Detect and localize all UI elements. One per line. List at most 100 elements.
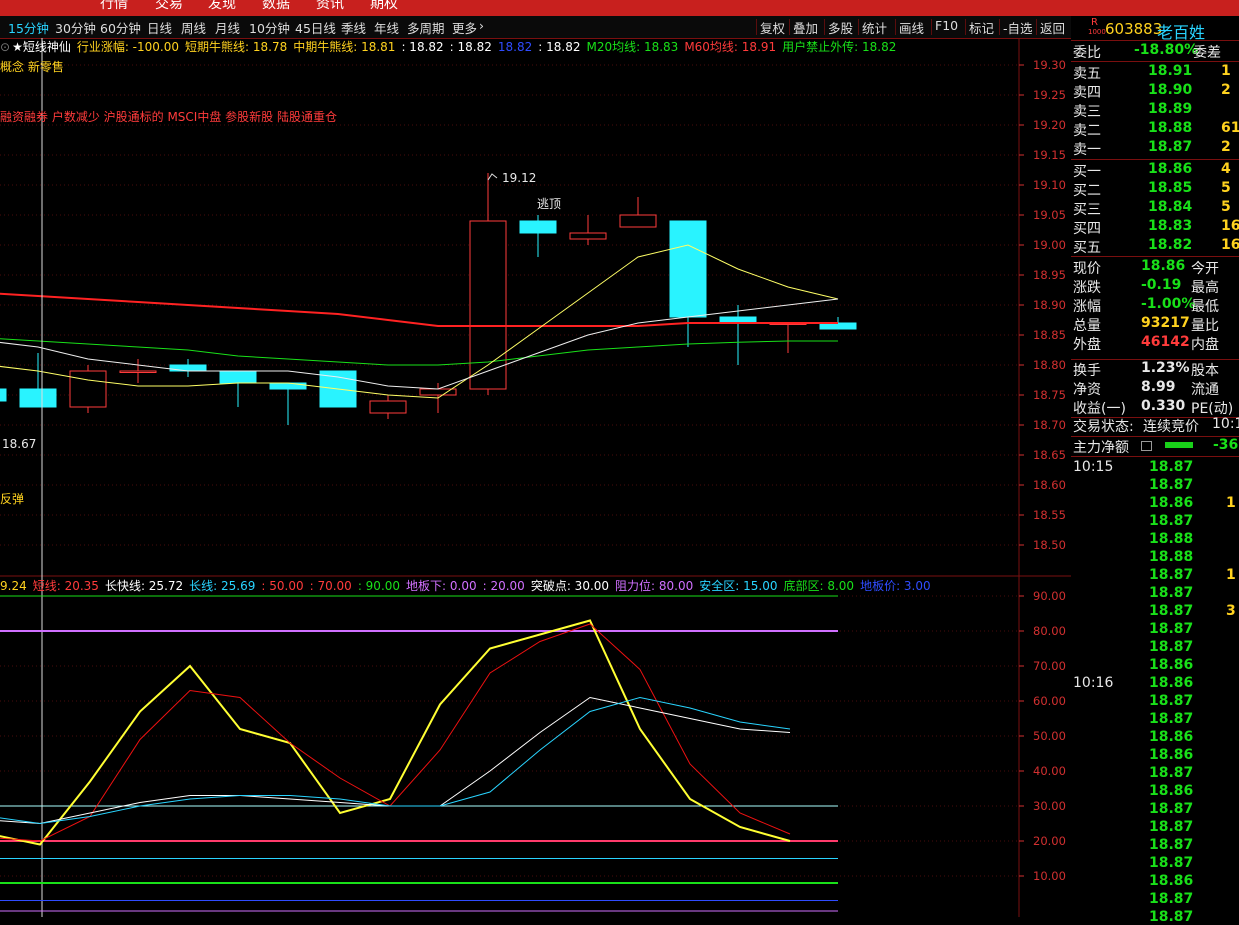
margin-badge-sub: 1000 <box>1088 28 1106 36</box>
stat-label: 换手 <box>1073 363 1101 379</box>
tool-button[interactable]: F10 <box>935 18 958 33</box>
ask-price: 18.90 <box>1148 82 1193 98</box>
order-ratio: 委比 <box>1073 45 1101 61</box>
oscillator-value: : 70.00 <box>309 579 352 593</box>
bid-label: 买二 <box>1073 183 1101 199</box>
candle-body <box>0 388 7 402</box>
peak-price-label: 19.12 <box>502 171 537 185</box>
tick-price: 18.87 <box>1149 477 1194 493</box>
tool-button[interactable]: 叠加 <box>793 18 818 37</box>
indicator-value: : 18.82 <box>401 40 444 54</box>
period-tab[interactable]: 周线 <box>181 18 206 37</box>
chevron-right-icon[interactable]: › <box>479 18 484 33</box>
ask-label: 卖四 <box>1073 85 1101 101</box>
stat-label: 现价 <box>1073 261 1101 277</box>
period-tab[interactable]: 月线 <box>215 18 240 37</box>
stat-value: -1.00% <box>1141 296 1196 312</box>
stat-value: 93217 <box>1141 315 1190 331</box>
period-tab[interactable]: 30分钟 <box>55 18 96 37</box>
top-menu-item[interactable]: 行情 <box>100 0 128 13</box>
divider <box>1071 61 1239 62</box>
indicator-tick: 30.00 <box>1033 799 1066 813</box>
tick-price: 18.87 <box>1149 603 1194 619</box>
indicator-header: ⊙ ★短线神仙 行业涨幅: -100.00 短期牛熊线: 18.78 中期牛熊线: 18… <box>0 38 902 55</box>
tick-price: 18.86 <box>1149 747 1194 763</box>
divider <box>1071 456 1239 457</box>
candle-body <box>119 370 157 373</box>
stock-code[interactable]: 603883 <box>1105 20 1162 38</box>
oscillator-value: 底部区: 8.00 <box>783 579 855 593</box>
tick-price: 18.87 <box>1149 837 1194 853</box>
tool-button[interactable]: 画线 <box>899 18 924 37</box>
kline-chart[interactable] <box>0 38 1071 917</box>
tick-price: 18.87 <box>1149 513 1194 529</box>
tick-price: 18.86 <box>1149 783 1194 799</box>
period-tab[interactable]: 10分钟 <box>249 18 290 37</box>
ask-volume: 61 <box>1221 120 1239 136</box>
oscillator-value: 地板下: 0.00 <box>406 579 477 593</box>
oscillator-value: : 90.00 <box>357 579 401 593</box>
ask-price: 18.89 <box>1148 101 1193 117</box>
ma-line <box>0 292 838 327</box>
oscillator-value: 安全区: 15.00 <box>699 579 778 593</box>
toolbar-separator <box>1036 19 1037 35</box>
order-ratio: -18.80% <box>1134 42 1199 58</box>
period-tab[interactable]: 更多 <box>452 18 477 37</box>
ask-volume: 2 <box>1221 139 1231 155</box>
toolbar-separator <box>789 19 790 35</box>
oscillator-value: 突破点: 30.00 <box>530 579 610 593</box>
ask-volume: 1 <box>1221 63 1231 79</box>
indicator-tick: 20.00 <box>1033 834 1066 848</box>
escape-top-label: 逃顶 <box>537 197 562 211</box>
indicator-value: ★短线神仙 <box>12 40 71 54</box>
tool-button[interactable]: -自选 <box>1003 18 1033 37</box>
stat-label-right: 股本 <box>1191 363 1219 379</box>
toolbar-separator <box>965 19 966 35</box>
period-tab[interactable]: 多周期 <box>407 18 445 37</box>
tool-button[interactable]: 多股 <box>828 18 853 37</box>
settings-icon[interactable]: ⊙ <box>0 40 10 54</box>
tool-button[interactable]: 标记 <box>969 18 994 37</box>
top-menu-item[interactable]: 发现 <box>208 0 236 13</box>
trade-status-label: 交易状态: <box>1073 419 1134 435</box>
candle-body <box>569 232 607 240</box>
bid-price: 18.82 <box>1148 237 1193 253</box>
top-menu-item[interactable]: 数据 <box>262 0 290 13</box>
tick-price: 18.87 <box>1149 585 1194 601</box>
period-tab[interactable]: 日线 <box>147 18 172 37</box>
stat-value: 46142 <box>1141 334 1190 350</box>
stat-label: 涨跌 <box>1073 280 1101 296</box>
period-tab[interactable]: 季线 <box>341 18 366 37</box>
stat-label-right: 今开 <box>1191 261 1219 277</box>
list-icon[interactable] <box>1141 441 1152 451</box>
period-toolbar: 15分钟 30分钟 60分钟 日线 周线 月线 10分钟 45日线 季线 年线 多周期 更多 › 复权 叠加… <box>0 16 1239 39</box>
tool-button[interactable]: 统计 <box>862 18 887 37</box>
period-tab[interactable]: 15分钟 <box>8 18 49 37</box>
bid-price: 18.86 <box>1148 161 1193 177</box>
indicator-tick: 70.00 <box>1033 659 1066 673</box>
price-tick: 18.80 <box>1033 358 1066 372</box>
oscillator-value: 长快线: 25.72 <box>104 579 184 593</box>
indicator-value: M60均线: 18.91 <box>684 40 777 54</box>
period-tab[interactable]: 45日线 <box>295 18 336 37</box>
tool-button[interactable]: 复权 <box>760 18 785 37</box>
main-flow-label: 主力净额 <box>1073 440 1129 456</box>
divider <box>1071 40 1239 41</box>
top-menu-item[interactable]: 期权 <box>370 0 398 13</box>
stat-label: 总量 <box>1073 318 1101 334</box>
top-menu-item[interactable]: 资讯 <box>316 0 344 13</box>
tick-price: 18.87 <box>1149 819 1194 835</box>
stat-value: -0.19 <box>1141 277 1182 293</box>
top-menu-item[interactable]: 交易 <box>155 0 183 13</box>
ma-line <box>0 298 839 390</box>
price-tick: 19.25 <box>1033 88 1066 102</box>
period-tab[interactable]: 60分钟 <box>100 18 141 37</box>
toolbar-separator <box>858 19 859 35</box>
ask-label: 卖五 <box>1073 66 1101 82</box>
candle-body <box>619 214 657 228</box>
bid-label: 买一 <box>1073 164 1101 180</box>
candle-body <box>519 220 557 234</box>
stat-label-right: 最低 <box>1191 299 1219 315</box>
period-tab[interactable]: 年线 <box>374 18 399 37</box>
tool-button[interactable]: 返回 <box>1040 18 1065 37</box>
